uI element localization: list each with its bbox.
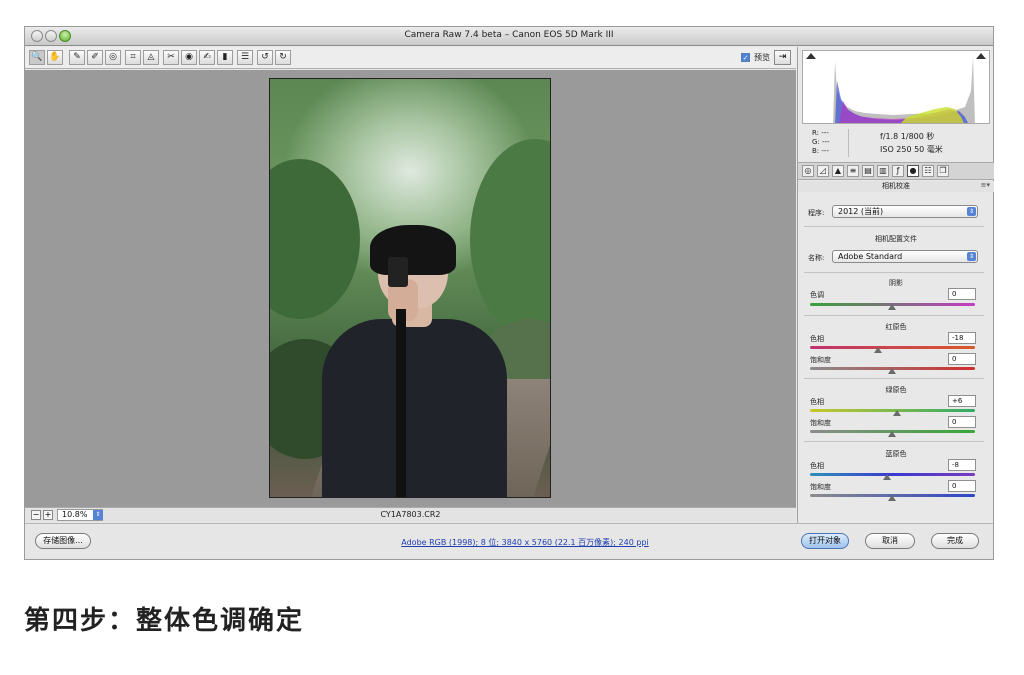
title-bar: Camera Raw 7.4 beta – Canon EOS 5D Mark … [25,27,993,46]
camera-calibration-tab-icon[interactable]: ● [907,165,919,177]
profile-value: Adobe Standard [838,252,903,261]
section-title: 相机校准 ≡▾ [798,181,994,192]
profile-dropdown-icon: ⇕ [967,252,976,261]
preview-canvas[interactable] [25,70,796,507]
blue-saturation-input[interactable]: 0 [948,480,976,492]
green-hue-label: 色相 [810,398,824,406]
red-saturation-input[interactable]: 0 [948,353,976,365]
adjustment-brush-icon[interactable]: ✍ [199,50,215,65]
red-hue-slider[interactable] [810,346,975,349]
green-saturation-thumb[interactable] [888,431,896,437]
blue-saturation-thumb[interactable] [888,495,896,501]
bottom-bar: 存储图像... Adobe RGB (1998); 8 位; 3840 x 57… [25,523,993,559]
filename-label: CY1A7803.CR2 [380,510,441,519]
red-saturation-thumb[interactable] [888,368,896,374]
rotate-left-icon[interactable]: ↺ [257,50,273,65]
presets-tab-icon[interactable]: ☷ [922,165,934,177]
histogram [802,50,990,124]
green-saturation-input[interactable]: 0 [948,416,976,428]
detail-tab-icon[interactable]: ▲ [832,165,844,177]
profile-name-label: 名称: [808,254,825,262]
red-readout: R: --- [812,129,829,137]
preferences-icon[interactable]: ☰ [237,50,253,65]
process-label: 程序: [808,209,825,217]
blue-readout: B: --- [812,147,829,155]
preview-checkbox[interactable]: ✓ [741,53,750,62]
targeted-adjustment-tool-icon[interactable]: ◎ [105,50,121,65]
shadows-tint-label: 色调 [810,291,824,299]
red-hue-thumb[interactable] [874,347,882,353]
green-primary-heading: 绿原色 [885,386,907,394]
graduated-filter-icon[interactable]: ▮ [217,50,233,65]
white-balance-tool-icon[interactable]: ✎ [69,50,85,65]
canvas-status-bar: − + 10.8% ⇕ CY1A7803.CR2 [25,507,796,522]
blue-hue-label: 色相 [810,462,824,470]
window-title: Camera Raw 7.4 beta – Canon EOS 5D Mark … [404,30,614,40]
blue-primary-heading: 蓝原色 [885,450,907,458]
crop-tool-icon[interactable]: ⌗ [125,50,141,65]
lens-corrections-tab-icon[interactable]: ▥ [877,165,889,177]
red-hue-label: 色相 [810,335,824,343]
panel-tabs: ◎ ◿ ▲ ≡ ▤ ▥ ƒ ● ☷ ❐ [798,162,994,180]
shadows-tint-thumb[interactable] [888,304,896,310]
effects-tab-icon[interactable]: ƒ [892,165,904,177]
spot-removal-tool-icon[interactable]: ✂ [163,50,179,65]
snapshots-tab-icon[interactable]: ❐ [937,165,949,177]
blue-hue-slider[interactable] [810,473,975,476]
exposure-info: f/1.8 1/800 秒 [880,132,935,141]
basic-tab-icon[interactable]: ◎ [802,165,814,177]
camera-profile-heading: 相机配置文件 [875,235,917,243]
done-button[interactable]: 完成 [931,533,979,549]
green-saturation-label: 饱和度 [810,419,831,427]
process-select[interactable]: 2012 (当前) ⇕ [832,205,978,218]
rgb-readout: R: --- G: --- B: --- f/1.8 1/800 秒 ISO 2… [804,127,990,161]
step-caption: 第四步：整体色调确定 [24,606,305,636]
zoom-tool-icon[interactable]: 🔍 [29,50,45,65]
green-readout: G: --- [812,138,830,146]
blue-saturation-label: 饱和度 [810,483,831,491]
rotate-right-icon[interactable]: ↻ [275,50,291,65]
preview-label: 预览 [754,53,770,62]
shadows-tint-input[interactable]: 0 [948,288,976,300]
section-title-text: 相机校准 [882,182,910,190]
green-hue-input[interactable]: +6 [948,395,976,407]
open-object-button[interactable]: 打开对象 [801,533,849,549]
red-hue-input[interactable]: -18 [948,332,976,344]
right-panel: R: --- G: --- B: --- f/1.8 1/800 秒 ISO 2… [797,47,994,523]
straighten-tool-icon[interactable]: ◬ [143,50,159,65]
red-saturation-label: 饱和度 [810,356,831,364]
cancel-button[interactable]: 取消 [865,533,915,549]
shadows-heading: 阴影 [889,279,903,287]
toolbar: 🔍 ✋ ✎ ✐ ◎ ⌗ ◬ ✂ ◉ ✍ ▮ ☰ ↺ ↻ ✓ 预览 ⇥ [25,47,796,69]
color-sampler-tool-icon[interactable]: ✐ [87,50,103,65]
process-value: 2012 (当前) [838,207,884,216]
split-toning-tab-icon[interactable]: ▤ [862,165,874,177]
preview-image [269,78,551,498]
panel-menu-icon[interactable]: ≡▾ [981,181,990,189]
profile-select[interactable]: Adobe Standard ⇕ [832,250,978,263]
red-eye-removal-icon[interactable]: ◉ [181,50,197,65]
hand-tool-icon[interactable]: ✋ [47,50,63,65]
process-dropdown-icon: ⇕ [967,207,976,216]
green-hue-thumb[interactable] [893,410,901,416]
hsl-tab-icon[interactable]: ≡ [847,165,859,177]
blue-hue-input[interactable]: -8 [948,459,976,471]
iso-focal-info: ISO 250 50 毫米 [880,145,943,154]
blue-hue-thumb[interactable] [883,474,891,480]
fullscreen-icon[interactable]: ⇥ [774,50,791,65]
camera-raw-window: Camera Raw 7.4 beta – Canon EOS 5D Mark … [24,26,994,560]
tone-curve-tab-icon[interactable]: ◿ [817,165,829,177]
red-primary-heading: 红原色 [885,323,907,331]
